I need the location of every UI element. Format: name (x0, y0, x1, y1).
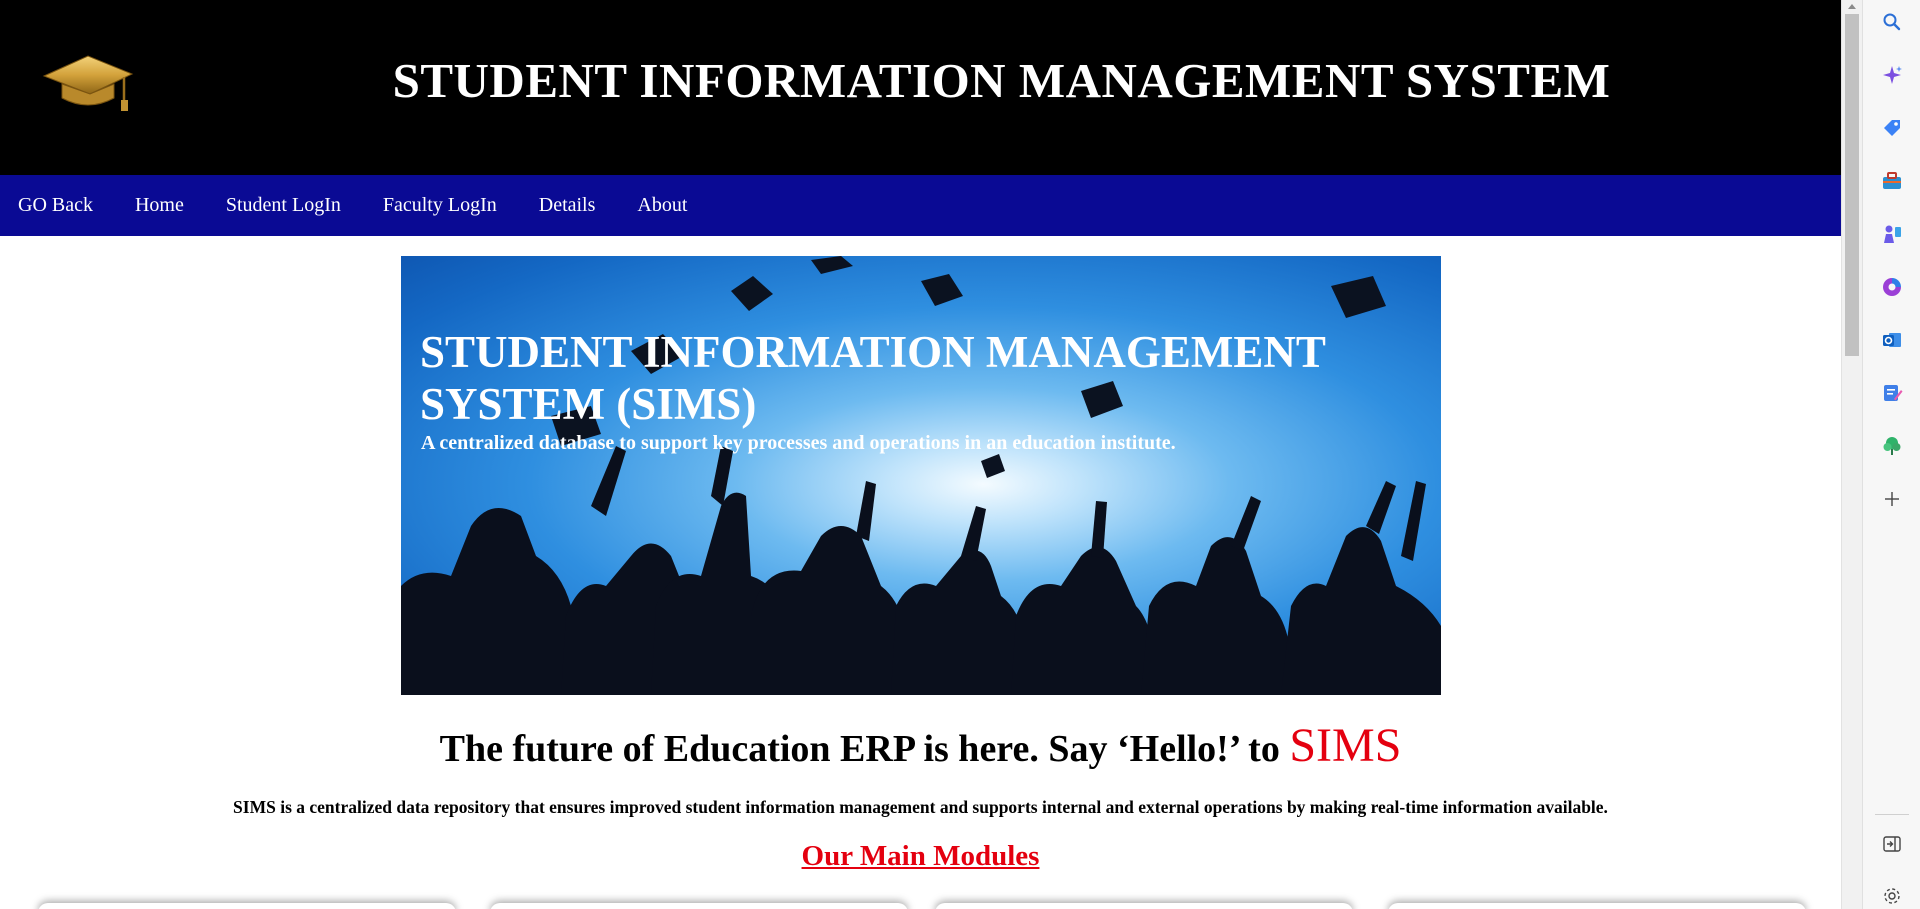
shopping-tag-icon[interactable] (1880, 116, 1904, 140)
tagline-brand: SIMS (1289, 719, 1402, 772)
nav-about[interactable]: About (637, 194, 687, 217)
nav-go-back[interactable]: GO Back (18, 194, 93, 217)
search-icon[interactable] (1880, 10, 1904, 34)
tagline-text: The future of Education ERP is here. Say… (439, 728, 1290, 770)
side-panel-divider (1875, 814, 1909, 815)
site-header: STUDENT INFORMATION MANAGEMENT SYSTEM (0, 0, 1841, 175)
scrollbar-thumb[interactable] (1845, 14, 1859, 356)
nav-student-login[interactable]: Student LogIn (226, 194, 341, 217)
copilot-icon[interactable] (1880, 63, 1904, 87)
hero-subtitle: A centralized database to support key pr… (421, 432, 1176, 454)
add-icon[interactable] (1880, 487, 1904, 511)
tagline-heading: The future of Education ERP is here. Say… (0, 718, 1841, 773)
module-card (490, 903, 908, 909)
intro-description: SIMS is a centralized data repository th… (233, 797, 1608, 817)
graduates-silhouette-image (401, 256, 1441, 695)
web-page: STUDENT INFORMATION MANAGEMENT SYSTEM GO… (0, 0, 1841, 909)
hero-title: STUDENT INFORMATION MANAGEMENT SYSTEM (S… (420, 327, 1326, 429)
settings-icon[interactable] (1880, 884, 1904, 908)
nav-home[interactable]: Home (135, 194, 184, 217)
tools-briefcase-icon[interactable] (1880, 169, 1904, 193)
office-icon[interactable] (1880, 275, 1904, 299)
module-card (1388, 903, 1806, 909)
modules-heading: Our Main Modules (801, 840, 1040, 872)
browser-side-panel (1862, 0, 1920, 909)
panel-collapse-icon[interactable] (1880, 832, 1904, 856)
site-title: STUDENT INFORMATION MANAGEMENT SYSTEM (392, 53, 1611, 108)
scroll-up-arrow-icon[interactable] (1848, 4, 1856, 9)
designer-icon[interactable] (1880, 381, 1904, 405)
nav-faculty-login[interactable]: Faculty LogIn (383, 194, 497, 217)
main-navigation: GO Back Home Student LogIn Faculty LogIn… (0, 175, 1841, 236)
tree-icon[interactable] (1880, 434, 1904, 458)
hero-banner: STUDENT INFORMATION MANAGEMENT SYSTEM (S… (401, 256, 1441, 695)
nav-details[interactable]: Details (539, 194, 596, 217)
page-scrollbar[interactable] (1841, 0, 1862, 909)
outlook-icon[interactable] (1880, 328, 1904, 352)
module-card (935, 903, 1353, 909)
games-icon[interactable] (1880, 222, 1904, 246)
module-card (38, 903, 456, 909)
